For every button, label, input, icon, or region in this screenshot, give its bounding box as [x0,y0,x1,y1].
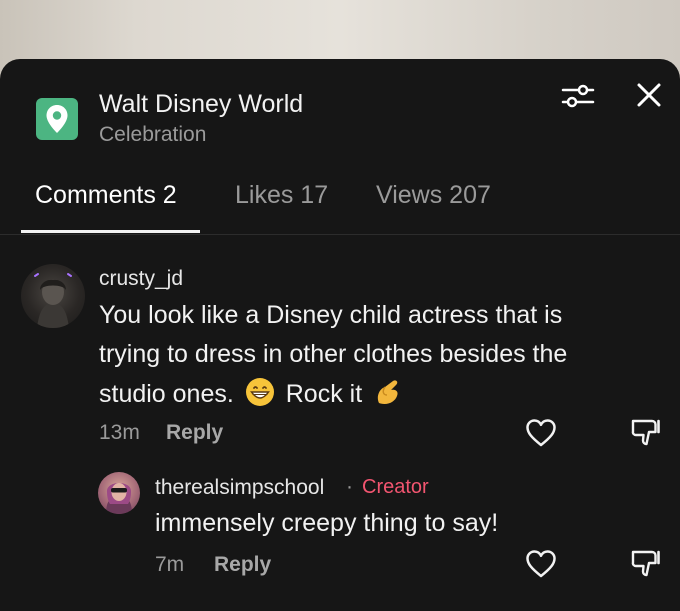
close-icon[interactable] [634,80,664,110]
tab-comments[interactable]: Comments 2 [35,181,177,210]
heart-icon[interactable] [525,418,557,448]
pinching-hand-emoji-icon [373,377,403,407]
comment-username[interactable]: therealsimpschool [155,476,324,500]
comment-timestamp: 13m [99,421,140,444]
comment-text-fragment: Rock it [285,380,363,408]
comment-username[interactable]: crusty_jd [99,267,183,291]
location-pin-icon[interactable] [36,98,78,140]
comment-text-fragment: studio ones. [99,380,234,408]
reply-button[interactable]: Reply [214,553,271,577]
comment-text-line: trying to dress in other clothes besides… [99,340,568,368]
creator-badge: Creator [362,476,429,498]
comment-text-line: immensely creepy thing to say! [155,509,499,537]
comment-timestamp: 7m [155,553,185,576]
location-subtitle: Celebration [99,123,207,146]
comment-text-line: You look like a Disney child actress tha… [99,301,563,329]
tab-likes[interactable]: Likes 17 [235,181,328,210]
avatar[interactable] [21,264,85,328]
sliders-icon[interactable] [560,80,596,112]
dislike-icon[interactable] [630,549,662,579]
avatar[interactable] [98,472,140,514]
tab-views[interactable]: Views 207 [376,181,491,210]
location-title[interactable]: Walt Disney World [99,90,303,119]
comment-text-line: studio ones. Rock it [99,375,407,414]
heart-icon[interactable] [525,549,557,579]
reply-button[interactable]: Reply [166,421,223,445]
dislike-icon[interactable] [630,418,662,448]
active-tab-indicator [21,230,200,233]
separator-dot: · [346,475,353,498]
tabs-divider [0,234,680,235]
grinning-face-emoji-icon [245,377,275,407]
